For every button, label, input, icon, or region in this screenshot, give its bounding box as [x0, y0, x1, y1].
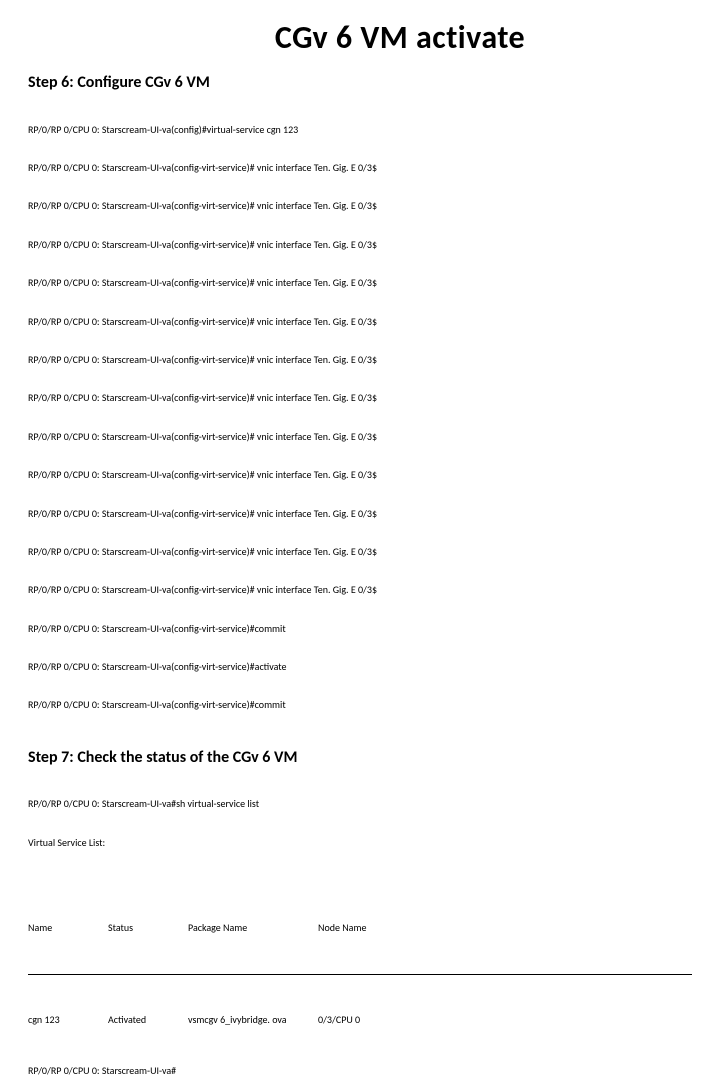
cell-status: Activated — [108, 1014, 188, 1027]
term-line: RP/0/RP 0/CPU 0: Starscream-UI-va#sh vir… — [28, 798, 692, 811]
term-line: RP/0/RP 0/CPU 0: Starscream-UI-va(config… — [28, 584, 692, 597]
step7-heading: Step 7: Check the status of the CGv 6 VM — [28, 748, 692, 767]
term-line: RP/0/RP 0/CPU 0: Starscream-UI-va(config… — [28, 392, 692, 405]
term-line: RP/0/RP 0/CPU 0: Starscream-UI-va(config… — [28, 124, 692, 137]
term-line: RP/0/RP 0/CPU 0: Starscream-UI-va(config… — [28, 508, 692, 521]
step7-terminal: RP/0/RP 0/CPU 0: Starscream-UI-va#sh vir… — [28, 773, 692, 1080]
cell-package: vsmcgv 6_ivybridge. ova — [188, 1014, 318, 1027]
term-line: RP/0/RP 0/CPU 0: Starscream-UI-va(config… — [28, 546, 692, 559]
term-line: RP/0/RP 0/CPU 0: Starscream-UI-va(config… — [28, 162, 692, 175]
term-line: RP/0/RP 0/CPU 0: Starscream-UI-va# — [28, 1065, 692, 1078]
divider — [28, 974, 692, 975]
slide: CGv 6 VM activate Step 6: Configure CGv … — [0, 0, 720, 540]
table-row: cgn 123 Activated vsmcgv 6_ivybridge. ov… — [28, 1014, 692, 1027]
cell-name: cgn 123 — [28, 1014, 108, 1027]
term-line: RP/0/RP 0/CPU 0: Starscream-UI-va(config… — [28, 239, 692, 252]
page-title: CGv 6 VM activate — [28, 18, 692, 57]
col-package: Package Name — [188, 922, 318, 935]
term-line: RP/0/RP 0/CPU 0: Starscream-UI-va(config… — [28, 661, 692, 674]
term-line: RP/0/RP 0/CPU 0: Starscream-UI-va(config… — [28, 431, 692, 444]
col-name: Name — [28, 922, 108, 935]
step6-terminal: RP/0/RP 0/CPU 0: Starscream-UI-va(config… — [28, 98, 692, 738]
term-line: RP/0/RP 0/CPU 0: Starscream-UI-va(config… — [28, 469, 692, 482]
term-line: RP/0/RP 0/CPU 0: Starscream-UI-va(config… — [28, 200, 692, 213]
term-line: RP/0/RP 0/CPU 0: Starscream-UI-va(config… — [28, 316, 692, 329]
term-line: RP/0/RP 0/CPU 0: Starscream-UI-va(config… — [28, 354, 692, 367]
col-node: Node Name — [318, 922, 692, 935]
col-status: Status — [108, 922, 188, 935]
cell-node: 0/3/CPU 0 — [318, 1014, 692, 1027]
term-line: RP/0/RP 0/CPU 0: Starscream-UI-va(config… — [28, 699, 692, 712]
term-line: Virtual Service List: — [28, 837, 692, 850]
spacer — [28, 875, 692, 883]
table-header: Name Status Package Name Node Name — [28, 922, 692, 935]
term-line: RP/0/RP 0/CPU 0: Starscream-UI-va(config… — [28, 623, 692, 636]
term-line: RP/0/RP 0/CPU 0: Starscream-UI-va(config… — [28, 277, 692, 290]
step6-heading: Step 6: Configure CGv 6 VM — [28, 73, 692, 92]
